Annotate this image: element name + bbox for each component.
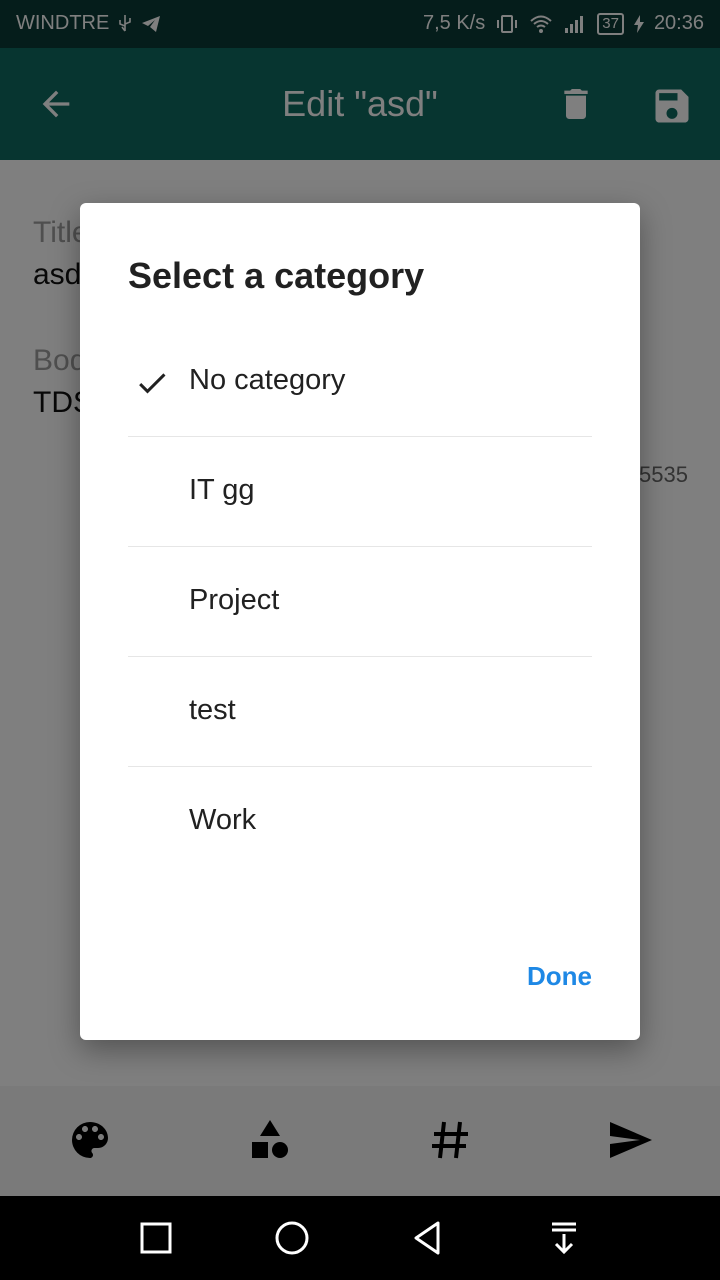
check-icon — [134, 365, 170, 401]
notification-pull-icon[interactable] — [542, 1216, 586, 1260]
category-list: No category IT gg Project test Work — [128, 327, 592, 877]
category-item-no-category[interactable]: No category — [128, 327, 592, 437]
done-button[interactable]: Done — [527, 961, 592, 992]
back-icon[interactable] — [406, 1216, 450, 1260]
category-label: No category — [189, 364, 346, 396]
category-label: test — [189, 694, 236, 726]
category-item-it-gg[interactable]: IT gg — [128, 437, 592, 547]
category-item-test[interactable]: test — [128, 657, 592, 767]
category-label: IT gg — [189, 474, 255, 506]
navigation-bar — [0, 1196, 720, 1280]
category-label: Project — [189, 584, 280, 616]
category-label: Work — [189, 804, 257, 836]
recents-icon[interactable] — [134, 1216, 178, 1260]
category-item-project[interactable]: Project — [128, 547, 592, 657]
home-icon[interactable] — [270, 1216, 314, 1260]
category-item-work[interactable]: Work — [128, 767, 592, 877]
category-dialog: Select a category No category IT gg Proj… — [80, 203, 640, 1040]
dialog-title: Select a category — [128, 255, 425, 296]
